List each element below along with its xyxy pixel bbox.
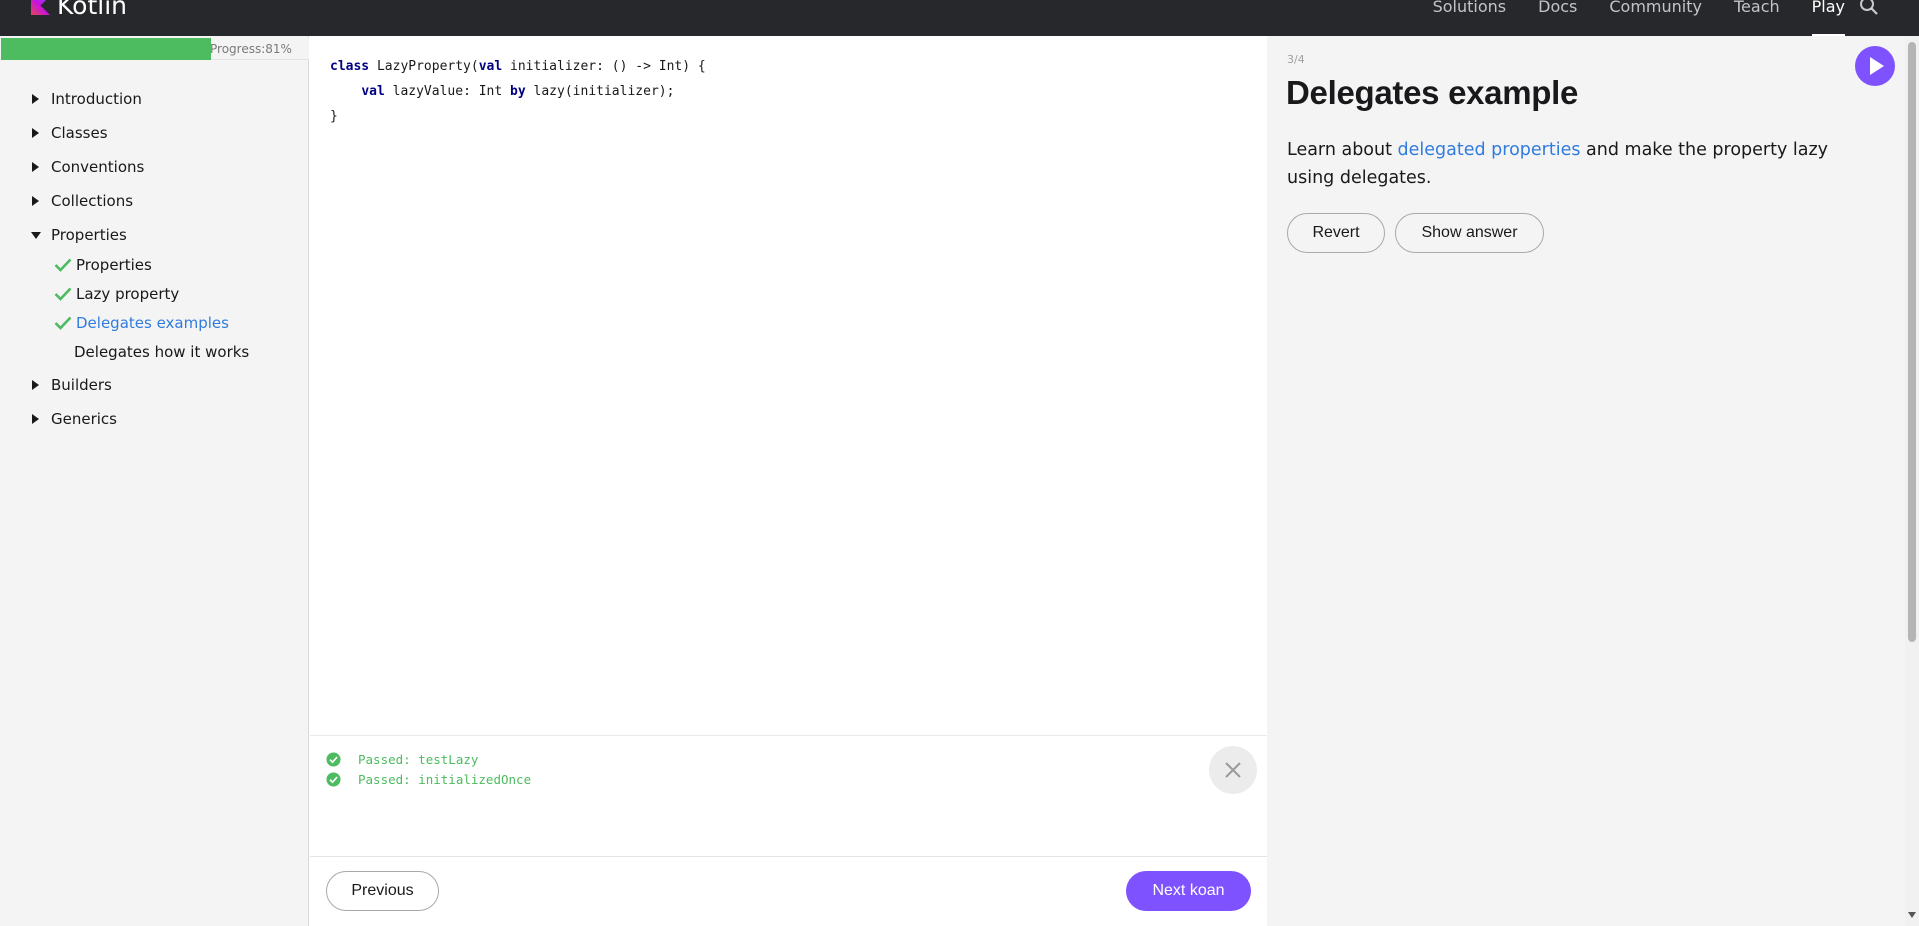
tree-section-label: Classes <box>51 124 108 142</box>
task-panel: 3/4 Delegates example Learn about delega… <box>1267 36 1905 926</box>
code-content[interactable]: class LazyProperty(val initializer: () -… <box>330 54 706 129</box>
next-koan-button[interactable]: Next koan <box>1126 871 1251 911</box>
previous-button[interactable]: Previous <box>326 871 439 911</box>
check-circle-icon <box>326 771 341 787</box>
code-line[interactable]: class LazyProperty(val initializer: () -… <box>330 54 706 79</box>
tree-section-generics[interactable]: Generics <box>0 402 309 436</box>
console-line: Passed: testLazy <box>326 750 478 768</box>
task-counter: 3/4 <box>1287 53 1305 66</box>
code-editor[interactable]: class LazyProperty(val initializer: () -… <box>310 36 1267 736</box>
scroll-down-icon[interactable] <box>1908 912 1916 918</box>
nav-play[interactable]: Play <box>1796 0 1861 36</box>
check-icon <box>54 287 72 301</box>
koans-sidebar: Progress:81% Introduction Classes Conven… <box>0 36 309 926</box>
tree-section-properties[interactable]: Properties <box>0 218 309 252</box>
tree-item-properties[interactable]: Properties <box>0 252 309 281</box>
nav-solutions[interactable]: Solutions <box>1417 0 1523 36</box>
task-description: Learn about delegated properties and mak… <box>1287 136 1877 192</box>
search-icon[interactable] <box>1857 0 1881 18</box>
progress-fill <box>1 38 211 60</box>
main-nav: Solutions Docs Community Teach Play <box>1417 0 1861 36</box>
close-console-button[interactable] <box>1209 746 1257 794</box>
kotlin-logo-icon <box>31 0 50 15</box>
console-text: Passed: testLazy <box>358 751 479 767</box>
caret-right-icon <box>32 162 39 172</box>
tree-item-label: Delegates how it works <box>74 343 250 361</box>
progress-bar: Progress:81% <box>0 38 309 60</box>
run-button[interactable] <box>1855 46 1895 86</box>
show-answer-button[interactable]: Show answer <box>1395 213 1544 253</box>
code-line[interactable]: val lazyValue: Int by lazy(initializer); <box>330 79 706 104</box>
task-desc-before: Learn about <box>1287 140 1398 160</box>
code-line[interactable]: } <box>330 104 706 129</box>
caret-right-icon <box>32 414 39 424</box>
page-scrollbar[interactable] <box>1905 36 1919 926</box>
tree-item-delegates-how-it-works[interactable]: Delegates how it works <box>0 339 309 368</box>
nav-community[interactable]: Community <box>1593 0 1718 36</box>
caret-right-icon <box>32 196 39 206</box>
tree-section-introduction[interactable]: Introduction <box>0 82 309 116</box>
delegated-properties-link[interactable]: delegated properties <box>1398 140 1581 160</box>
scrollbar-thumb[interactable] <box>1908 42 1916 642</box>
console-line: Passed: initializedOnce <box>326 770 531 788</box>
logo-text: Kotlin <box>57 0 127 20</box>
tree-section-label: Collections <box>51 192 134 210</box>
tree-section-label: Conventions <box>51 158 145 176</box>
check-icon <box>54 316 72 330</box>
tree-section-conventions[interactable]: Conventions <box>0 150 309 184</box>
tree-section-builders[interactable]: Builders <box>0 368 309 402</box>
nav-docs[interactable]: Docs <box>1522 0 1593 36</box>
check-icon <box>54 258 72 272</box>
caret-right-icon <box>32 128 39 138</box>
play-icon <box>1870 57 1884 75</box>
test-console: Passed: testLazy Passed: initializedOnce <box>310 735 1267 856</box>
check-circle-icon <box>326 751 341 767</box>
koans-tree: Introduction Classes Conventions Collect… <box>0 82 309 436</box>
caret-right-icon <box>32 380 39 390</box>
tree-item-label: Properties <box>76 256 152 274</box>
top-navbar: Kotlin Solutions Docs Community Teach Pl… <box>0 0 1919 36</box>
caret-down-icon <box>31 232 41 239</box>
kotlin-logo[interactable]: Kotlin <box>31 0 127 20</box>
tree-section-label: Properties <box>51 226 127 244</box>
koan-navigation: Previous Next koan <box>310 856 1267 926</box>
tree-section-label: Introduction <box>51 90 142 108</box>
tree-item-delegates-examples[interactable]: Delegates examples <box>0 310 309 339</box>
close-icon <box>1225 762 1241 778</box>
tree-item-label: Lazy property <box>76 285 180 303</box>
tree-section-label: Builders <box>51 376 112 394</box>
tree-section-label: Generics <box>51 410 117 428</box>
progress-label: Progress:81% <box>210 42 292 56</box>
console-text: Passed: initializedOnce <box>358 771 532 787</box>
tree-section-collections[interactable]: Collections <box>0 184 309 218</box>
task-title: Delegates example <box>1286 74 1579 111</box>
nav-teach[interactable]: Teach <box>1718 0 1796 36</box>
tree-section-classes[interactable]: Classes <box>0 116 309 150</box>
revert-button[interactable]: Revert <box>1287 213 1385 253</box>
tree-item-lazy-property[interactable]: Lazy property <box>0 281 309 310</box>
tree-item-label: Delegates examples <box>76 314 229 332</box>
caret-right-icon <box>32 94 39 104</box>
